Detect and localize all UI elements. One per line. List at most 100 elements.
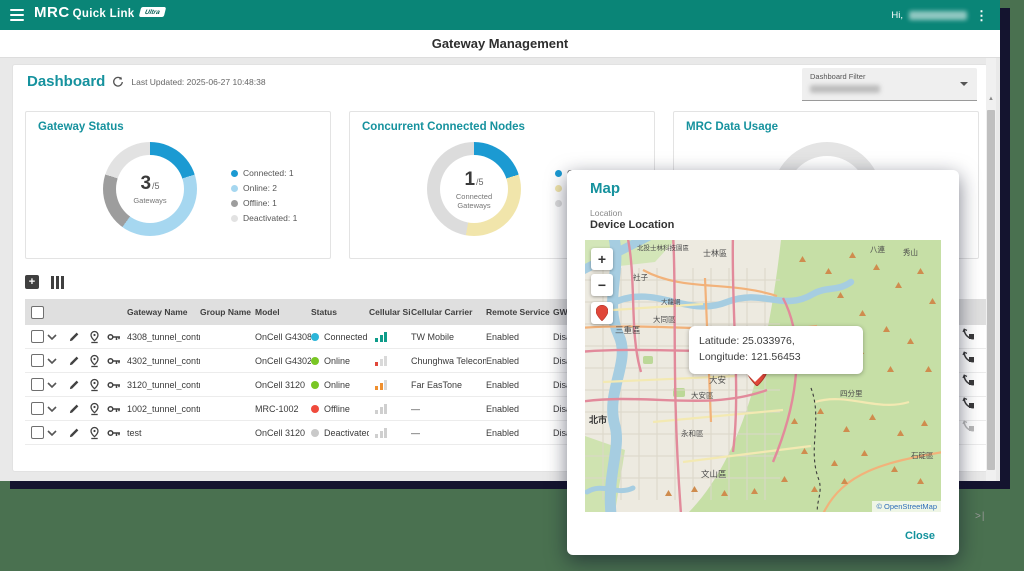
col-gateway-name[interactable]: Gateway Name: [127, 307, 200, 317]
location-pin-icon[interactable]: [89, 402, 107, 416]
col-group-name[interactable]: Group Name: [200, 307, 255, 317]
cellular-signal-icon: [375, 403, 411, 414]
row-checkbox[interactable]: [31, 402, 44, 415]
coordinates-tooltip: Latitude: 25.033976, Longitude: 121.5645…: [689, 326, 863, 374]
location-value: Device Location: [590, 219, 674, 231]
donut-total: /5: [152, 181, 160, 191]
expand-chevron-icon[interactable]: [47, 334, 69, 340]
col-model[interactable]: Model: [255, 307, 311, 317]
concurrent-nodes-title: Concurrent Connected Nodes: [362, 121, 525, 133]
row-checkbox[interactable]: [31, 354, 44, 367]
row-checkbox[interactable]: [31, 378, 44, 391]
table-toolbar: +: [25, 275, 64, 289]
key-icon[interactable]: [107, 404, 127, 414]
mrc-data-usage-title: MRC Data Usage: [686, 121, 778, 133]
donut-label: Connected Gateways: [439, 192, 509, 210]
cellular-signal-icon: [375, 427, 411, 438]
page-title: Gateway Management: [432, 36, 569, 51]
edit-pencil-icon[interactable]: [69, 355, 89, 366]
gateway-name: 1002_tunnel_control: [127, 404, 200, 414]
donut-value: 3: [140, 173, 151, 195]
column-settings-icon[interactable]: [51, 276, 64, 289]
map-zoom-out-button[interactable]: −: [591, 274, 613, 296]
vertical-scrollbar[interactable]: ▲: [986, 58, 996, 481]
scrollbar-thumb[interactable]: [987, 110, 995, 470]
col-cellular-signal[interactable]: Cellular Signal: [369, 307, 411, 317]
remote-connection-icon[interactable]: [962, 328, 978, 344]
latitude-text: Latitude: 25.033976,: [699, 334, 853, 350]
remote-service-value: Enabled: [486, 428, 553, 438]
osm-attribution[interactable]: © OpenStreetMap: [872, 501, 941, 512]
cellular-carrier: Far EasTone: [411, 380, 486, 390]
map-zoom-in-button[interactable]: +: [591, 248, 613, 270]
scroll-up-arrow-icon[interactable]: ▲: [986, 96, 996, 102]
expand-chevron-icon[interactable]: [47, 430, 69, 436]
gateway-model: OnCell 3120: [255, 380, 311, 390]
cellular-carrier: Chunghwa Telecom: [411, 356, 486, 366]
status-text: Online: [324, 380, 350, 390]
app-logo: MRC Quick Link Ultra: [34, 4, 164, 21]
cellular-signal-icon: [375, 379, 411, 390]
remote-service-value: Enabled: [486, 380, 553, 390]
device-location-map[interactable]: 北投士林科技園區士林區八連秀山社子大龍峒大同區三重區南港區臺北市大安大安區四分里…: [585, 240, 941, 512]
status-dot: [311, 381, 319, 389]
modal-close-button[interactable]: Close: [905, 530, 935, 542]
user-name-redacted: [909, 11, 967, 20]
expand-chevron-icon[interactable]: [47, 358, 69, 364]
key-icon[interactable]: [107, 332, 127, 342]
app-bar-right: Hi, ⋮: [891, 0, 990, 30]
key-icon[interactable]: [107, 428, 127, 438]
refresh-icon[interactable]: [112, 76, 124, 88]
dashboard-filter-value-redacted: [810, 85, 880, 93]
location-pin-icon[interactable]: [89, 426, 107, 440]
donut-label: Gateways: [133, 196, 166, 205]
col-status[interactable]: Status: [311, 307, 369, 317]
app-bar: MRC Quick Link Ultra Hi, ⋮: [0, 0, 1000, 31]
status-dot: [311, 429, 319, 437]
desktop-background: MRC Quick Link Ultra Hi, ⋮ Gateway Manag…: [0, 0, 1024, 571]
gateway-model: MRC-1002: [255, 404, 311, 414]
edit-pencil-icon[interactable]: [69, 403, 89, 414]
status-dot: [311, 357, 319, 365]
edit-pencil-icon[interactable]: [69, 379, 89, 390]
cellular-signal-icon: [375, 355, 411, 366]
key-icon[interactable]: [107, 356, 127, 366]
gateway-name: 4302_tunnel_control: [127, 356, 200, 366]
edit-pencil-icon[interactable]: [69, 331, 89, 342]
location-pin-icon[interactable]: [89, 354, 107, 368]
col-cellular-carrier[interactable]: Cellular Carrier: [411, 307, 486, 317]
expand-chevron-icon[interactable]: [47, 406, 69, 412]
dashboard-filter-select[interactable]: Dashboard Filter: [802, 68, 977, 101]
remote-service-value: Enabled: [486, 332, 553, 342]
status-text: Online: [324, 356, 350, 366]
pagination-last-page[interactable]: >|: [975, 511, 985, 522]
location-pin-icon[interactable]: [89, 378, 107, 392]
chevron-down-icon: [960, 82, 968, 86]
remote-connection-icon[interactable]: [962, 351, 978, 367]
remote-connection-icon[interactable]: [962, 397, 978, 413]
gateway-model: OnCell G4302: [255, 356, 311, 366]
select-all-checkbox[interactable]: [31, 306, 44, 319]
col-remote-service[interactable]: Remote Service: [486, 307, 553, 317]
cellular-signal-icon: [375, 331, 411, 342]
dashboard-title: Dashboard: [27, 73, 105, 90]
location-pin-icon[interactable]: [89, 330, 107, 344]
map-modal: Map Location Device Location: [567, 170, 959, 555]
key-icon[interactable]: [107, 380, 127, 390]
row-checkbox[interactable]: [31, 426, 44, 439]
expand-chevron-icon[interactable]: [47, 382, 69, 388]
gateway-model: OnCell G4308: [255, 332, 311, 342]
kebab-menu-icon[interactable]: ⋮: [973, 9, 990, 22]
row-checkbox[interactable]: [31, 330, 44, 343]
add-gateway-button[interactable]: +: [25, 275, 39, 289]
map-locate-device-button[interactable]: [591, 302, 613, 324]
remote-connection-icon: [962, 420, 978, 436]
hamburger-menu-icon[interactable]: [10, 9, 24, 21]
remote-service-value: Enabled: [486, 356, 553, 366]
edit-pencil-icon[interactable]: [69, 427, 89, 438]
remote-connection-icon[interactable]: [962, 374, 978, 390]
map-modal-title: Map: [590, 180, 620, 197]
cellular-carrier: —: [411, 404, 486, 414]
status-dot: [311, 405, 319, 413]
red-pin-icon: [596, 305, 608, 321]
